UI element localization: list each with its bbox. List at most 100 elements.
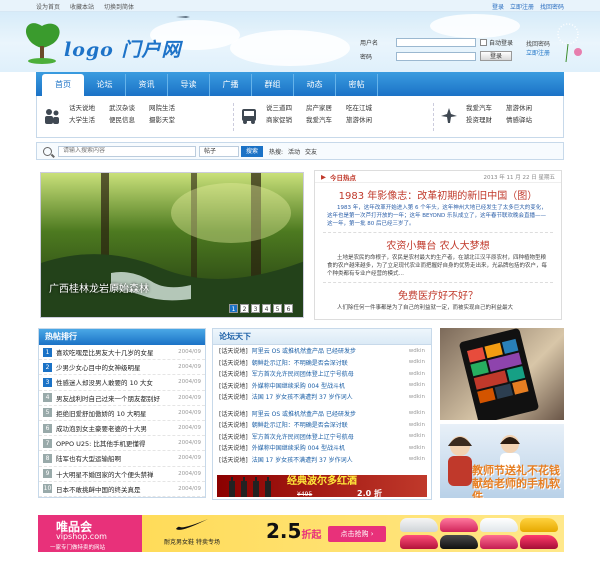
nav-item-group[interactable]: 群组 bbox=[252, 74, 294, 96]
password-input[interactable] bbox=[396, 51, 476, 61]
wine-ad-banner[interactable]: 经典波尔多红酒 ¥495 2.0 折 bbox=[217, 475, 427, 498]
slide-dot[interactable]: 1 bbox=[229, 304, 238, 313]
sub-link-info[interactable]: 便民信息 bbox=[109, 115, 135, 125]
sub-link-invest[interactable]: 投资理财 bbox=[466, 115, 492, 125]
phone-ad[interactable] bbox=[440, 328, 564, 420]
top-login-link[interactable]: 登录 bbox=[492, 2, 504, 11]
slide-dot[interactable]: 6 bbox=[284, 304, 293, 313]
nav-item-forum[interactable]: 论坛 bbox=[84, 74, 126, 96]
sub-link-travel-2[interactable]: 旅游休闲 bbox=[506, 103, 532, 113]
find-password-link[interactable]: 找回密码 bbox=[526, 40, 550, 49]
sub-link-house[interactable]: 房产家居 bbox=[306, 103, 332, 113]
thread-row[interactable]: [话天说地] 外媒称中国继续采购 004 型战斗机 wdkin bbox=[213, 380, 431, 392]
thread-category[interactable]: [话天说地] bbox=[219, 409, 248, 418]
login-button[interactable]: 登录 bbox=[480, 51, 512, 61]
hot-word-link[interactable]: 活动 bbox=[288, 147, 300, 156]
nav-item-secret[interactable]: 密帖 bbox=[336, 74, 378, 96]
thread-category[interactable]: [话天说地] bbox=[219, 381, 248, 390]
sub-link-chat[interactable]: 说三道四 bbox=[266, 103, 292, 113]
sub-link-promo[interactable]: 商家促销 bbox=[266, 115, 292, 125]
slideshow[interactable]: 广西桂林龙岩原始森林 1 2 3 4 5 6 bbox=[40, 172, 304, 318]
thread-row[interactable]: [话天说地] 外媒称中国继续采购 004 型战斗机 wdkin bbox=[213, 442, 431, 454]
register-link[interactable]: 立即注册 bbox=[526, 49, 550, 58]
sub-link-travel[interactable]: 旅游休闲 bbox=[346, 115, 372, 125]
thread-title[interactable]: 阿里云 OS 或推机然盒产品 已经研发步 bbox=[252, 409, 409, 418]
hot-post-title[interactable]: 日本不敢挑衅中国的终关真是 bbox=[56, 484, 178, 494]
hot-post-item[interactable]: 1 喜欢吃嘿是比男友大十几岁的女星 2004/09 bbox=[39, 345, 205, 361]
thread-row[interactable]: [话天说地] 法国 17 岁女孩不满遭判 37 岁作词人 wdkin bbox=[213, 454, 431, 466]
sub-link-food[interactable]: 吃在江城 bbox=[346, 103, 372, 113]
thread-title[interactable]: 军方首次允许民间团体登上辽宁号航母 bbox=[252, 432, 409, 441]
teacher-day-ad[interactable]: 教师节送礼不花钱 献给老师的手机软件 bbox=[440, 424, 564, 498]
hot-post-title[interactable]: 十大明星不婚回家的大个便头禁禅 bbox=[56, 469, 178, 479]
hot-post-title[interactable]: 性感迷人却没男人敢要的 10 大女 bbox=[56, 377, 178, 387]
nav-item-guide[interactable]: 导读 bbox=[168, 74, 210, 96]
thread-category[interactable]: [话天说地] bbox=[219, 455, 248, 464]
grab-now-button[interactable]: 点击抢购 › bbox=[328, 526, 386, 542]
site-logo[interactable]: logo 门户网 bbox=[64, 35, 181, 62]
sub-link-car[interactable]: 我爱汽车 bbox=[306, 115, 332, 125]
remember-checkbox[interactable] bbox=[480, 38, 487, 46]
hot-post-item[interactable]: 8 陆军也有大型运输船啊 2004/09 bbox=[39, 451, 205, 467]
slide-dot[interactable]: 2 bbox=[240, 304, 249, 313]
hot-post-title[interactable]: OPPO U25: 比其他手机更懂得 bbox=[56, 438, 178, 448]
bookmark-link[interactable]: 收藏本站 bbox=[70, 2, 94, 11]
sub-link-campus[interactable]: 网院生活 bbox=[149, 103, 175, 113]
hot-headline[interactable]: 农资小舞台 农人大梦想 bbox=[315, 237, 561, 252]
slide-dot[interactable]: 3 bbox=[251, 304, 260, 313]
sub-link-photo[interactable]: 摄影天堂 bbox=[149, 115, 175, 125]
thread-row[interactable]: [话天说地] 朝鲜赴示辽阳：不明确是否会深讨联 wdkin bbox=[213, 419, 431, 431]
slide-dot[interactable]: 4 bbox=[262, 304, 271, 313]
thread-category[interactable]: [话天说地] bbox=[219, 432, 248, 441]
hot-post-item[interactable]: 6 成功泡到女主豪要老婆的十大男 2004/09 bbox=[39, 421, 205, 437]
thread-title[interactable]: 朝鲜赴示辽阳：不明确是否会深讨联 bbox=[252, 420, 409, 429]
thread-category[interactable]: [话天说地] bbox=[219, 358, 248, 367]
thread-title[interactable]: 军方首次允许民间团体登上辽宁号航母 bbox=[252, 369, 409, 378]
hot-post-item[interactable]: 2 少男少女心目中的女神级明星 2004/09 bbox=[39, 360, 205, 376]
thread-title[interactable]: 外媒称中国继续采购 004 型战斗机 bbox=[252, 381, 409, 390]
thread-row[interactable]: [话天说地] 阿里云 OS 或推机然盒产品 已经研发步 wdkin bbox=[213, 408, 431, 420]
hot-post-item[interactable]: 4 男友战利时自己过来一个朋友都别好 2004/09 bbox=[39, 391, 205, 406]
sub-link-college[interactable]: 大学生活 bbox=[69, 115, 95, 125]
sub-link-car-2[interactable]: 我爱汽车 bbox=[466, 103, 492, 113]
sub-link-wuhan[interactable]: 武汉杂谈 bbox=[109, 103, 135, 113]
thread-category[interactable]: [话天说地] bbox=[219, 420, 248, 429]
top-find-password-link[interactable]: 找回密码 bbox=[540, 2, 564, 11]
thread-title[interactable]: 阿里云 OS 或推机然盒产品 已经研发步 bbox=[252, 346, 409, 355]
hot-headline[interactable]: 1983 年影像志：改革初期的新旧中国（图） bbox=[315, 187, 561, 202]
search-category-select[interactable]: 帖子 bbox=[199, 145, 239, 157]
thread-title[interactable]: 法国 17 岁女孩不满遭判 37 岁作词人 bbox=[252, 392, 409, 401]
switch-simplified-link[interactable]: 切换到简体 bbox=[104, 2, 134, 11]
hot-post-title[interactable]: 成功泡到女主豪要老婆的十大男 bbox=[56, 423, 178, 433]
sub-link-talk[interactable]: 话天说地 bbox=[69, 103, 95, 113]
search-input[interactable] bbox=[58, 145, 196, 157]
thread-title[interactable]: 朝鲜赴示辽阳：不明确是否会深讨联 bbox=[252, 358, 409, 367]
nav-item-dynamic[interactable]: 动态 bbox=[294, 74, 336, 96]
hot-post-title[interactable]: 拒绝旧爱舒加傲娇的 10 大明星 bbox=[56, 408, 178, 418]
top-register-link[interactable]: 立即注册 bbox=[510, 2, 534, 11]
thread-category[interactable]: [话天说地] bbox=[219, 443, 248, 452]
slide-dot[interactable]: 5 bbox=[273, 304, 282, 313]
hot-word-link[interactable]: 交友 bbox=[305, 147, 317, 156]
thread-title[interactable]: 法国 17 岁女孩不满遭判 37 岁作词人 bbox=[252, 455, 409, 464]
thread-row[interactable]: [话天说地] 法国 17 岁女孩不满遭判 37 岁作词人 wdkin bbox=[213, 391, 431, 403]
hot-post-title[interactable]: 陆军也有大型运输船啊 bbox=[56, 453, 178, 463]
thread-category[interactable]: [话天说地] bbox=[219, 346, 248, 355]
thread-row[interactable]: [话天说地] 朝鲜赴示辽阳：不明确是否会深讨联 wdkin bbox=[213, 357, 431, 369]
hot-post-title[interactable]: 少男少女心目中的女神级明星 bbox=[56, 362, 178, 372]
thread-row[interactable]: [话天说地] 军方首次允许民间团体登上辽宁号航母 wdkin bbox=[213, 431, 431, 443]
nav-item-home[interactable]: 首页 bbox=[42, 74, 84, 96]
username-input[interactable] bbox=[396, 37, 476, 47]
hot-post-item[interactable]: 7 OPPO U25: 比其他手机更懂得 2004/09 bbox=[39, 436, 205, 452]
sub-link-emotion[interactable]: 情感驿站 bbox=[506, 115, 532, 125]
hot-post-item[interactable]: 5 拒绝旧爱舒加傲娇的 10 大明星 2004/09 bbox=[39, 406, 205, 421]
thread-title[interactable]: 外媒称中国继续采购 004 型战斗机 bbox=[252, 443, 409, 452]
thread-category[interactable]: [话天说地] bbox=[219, 392, 248, 401]
hot-post-item[interactable]: 3 性感迷人却没男人敢要的 10 大女 2004/09 bbox=[39, 375, 205, 391]
hot-post-title[interactable]: 男友战利时自己过来一个朋友都别好 bbox=[56, 393, 178, 403]
set-homepage-link[interactable]: 设为首页 bbox=[36, 2, 60, 11]
nav-item-news[interactable]: 资讯 bbox=[126, 74, 168, 96]
nav-item-broadcast[interactable]: 广播 bbox=[210, 74, 252, 96]
hot-post-item[interactable]: 10 日本不敢挑衅中国的终关真是 2004/09 bbox=[39, 482, 205, 497]
thread-row[interactable]: [话天说地] 阿里云 OS 或推机然盒产品 已经研发步 wdkin bbox=[213, 345, 431, 357]
